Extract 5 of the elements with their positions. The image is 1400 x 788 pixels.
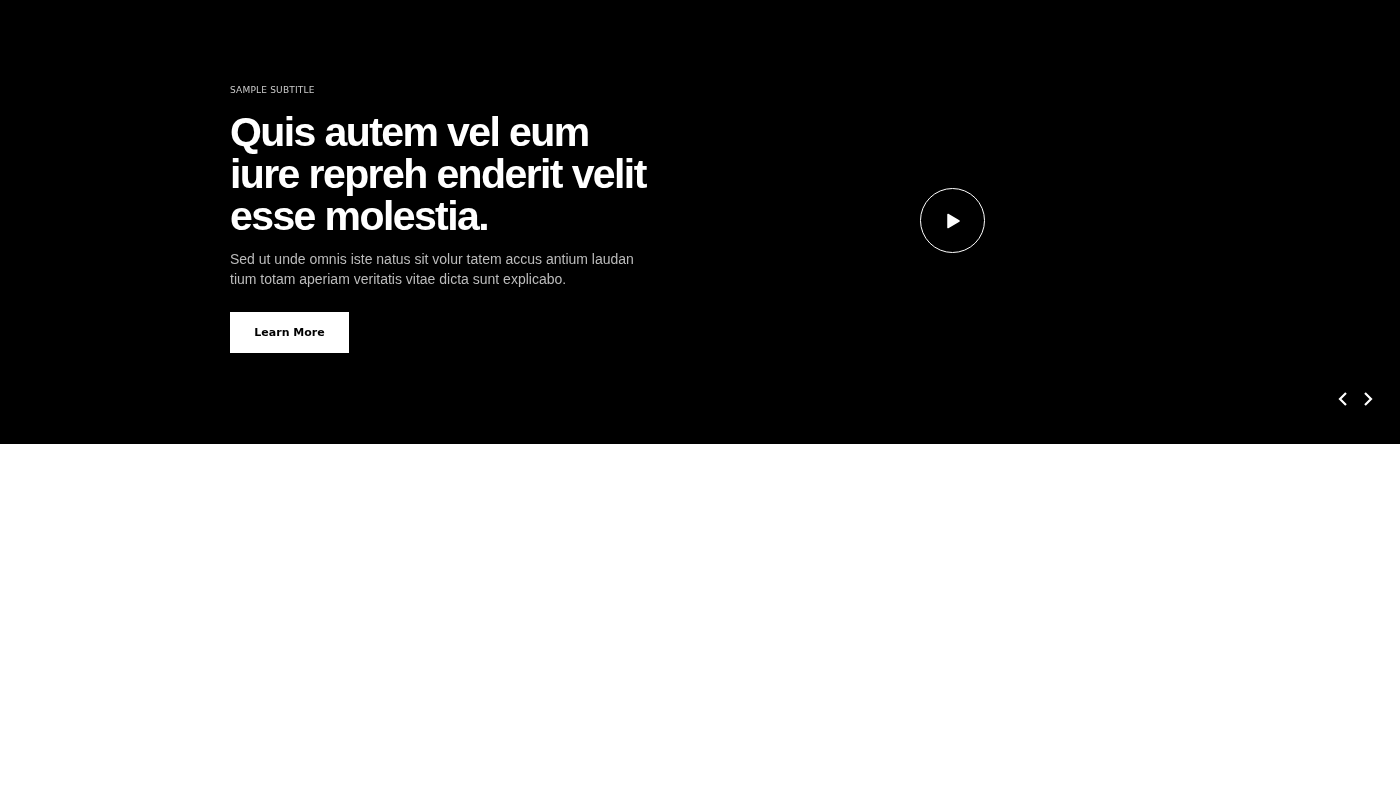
hero-heading: Quis autem vel eum iure repreh enderit velit esse molestia.: [230, 111, 646, 237]
hero-description: Sed ut unde omnis iste natus sit volur tatem accus antium laudan tium totam aperiam veritatis vitae dicta sunt explicabo.: [230, 250, 635, 289]
hero-subtitle: SAMPLE SUBTITLE: [230, 85, 315, 95]
play-icon: [944, 212, 961, 229]
learn-more-button[interactable]: Learn More: [230, 312, 349, 353]
